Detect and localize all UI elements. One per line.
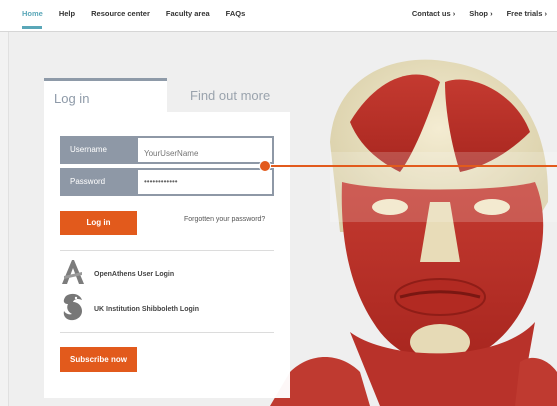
username-input[interactable] (138, 138, 272, 162)
nav-home[interactable]: Home (22, 9, 43, 29)
nav-help[interactable]: Help (59, 9, 75, 18)
nav-faqs[interactable]: FAQs (226, 9, 246, 18)
tab-find-out-more[interactable]: Find out more (190, 88, 270, 103)
openathens-login[interactable]: OpenAthens User Login (60, 258, 174, 291)
divider (60, 250, 274, 251)
top-nav: Home Help Resource center Faculty area F… (0, 0, 557, 32)
nav-right: Contact us › Shop › Free trials › (398, 9, 547, 18)
password-field: Password •••••••••••• (60, 168, 274, 196)
tab-login[interactable]: Log in (44, 78, 167, 112)
nav-faculty-area[interactable]: Faculty area (166, 9, 210, 18)
nav-resource-center[interactable]: Resource center (91, 9, 150, 18)
callout-marker[interactable] (259, 160, 271, 172)
login-button[interactable]: Log in (60, 211, 137, 235)
nav-free-trials[interactable]: Free trials › (507, 9, 547, 18)
divider (60, 332, 274, 333)
nav-shop[interactable]: Shop › (469, 9, 492, 18)
password-label: Password (70, 177, 106, 186)
callout-line (265, 165, 557, 167)
openathens-label: OpenAthens User Login (94, 271, 175, 278)
subscribe-button[interactable]: Subscribe now (60, 347, 137, 372)
openathens-icon (60, 258, 86, 291)
username-field: Username (60, 136, 274, 164)
nav-left: Home Help Resource center Faculty area F… (22, 9, 261, 29)
forgot-password-link[interactable]: Forgotten your password? (184, 216, 265, 223)
tab-login-label: Log in (54, 91, 90, 106)
username-label: Username (70, 145, 107, 154)
nav-contact-us[interactable]: Contact us › (412, 9, 455, 18)
shibboleth-label: UK Institution Shibboleth Login (94, 306, 199, 313)
shibboleth-login[interactable]: UK Institution Shibboleth Login (60, 292, 199, 327)
shibboleth-dragon-icon (60, 292, 86, 327)
login-panel: Username Password •••••••••••• Log in Fo… (44, 112, 290, 398)
password-input[interactable]: •••••••••••• (138, 170, 272, 194)
